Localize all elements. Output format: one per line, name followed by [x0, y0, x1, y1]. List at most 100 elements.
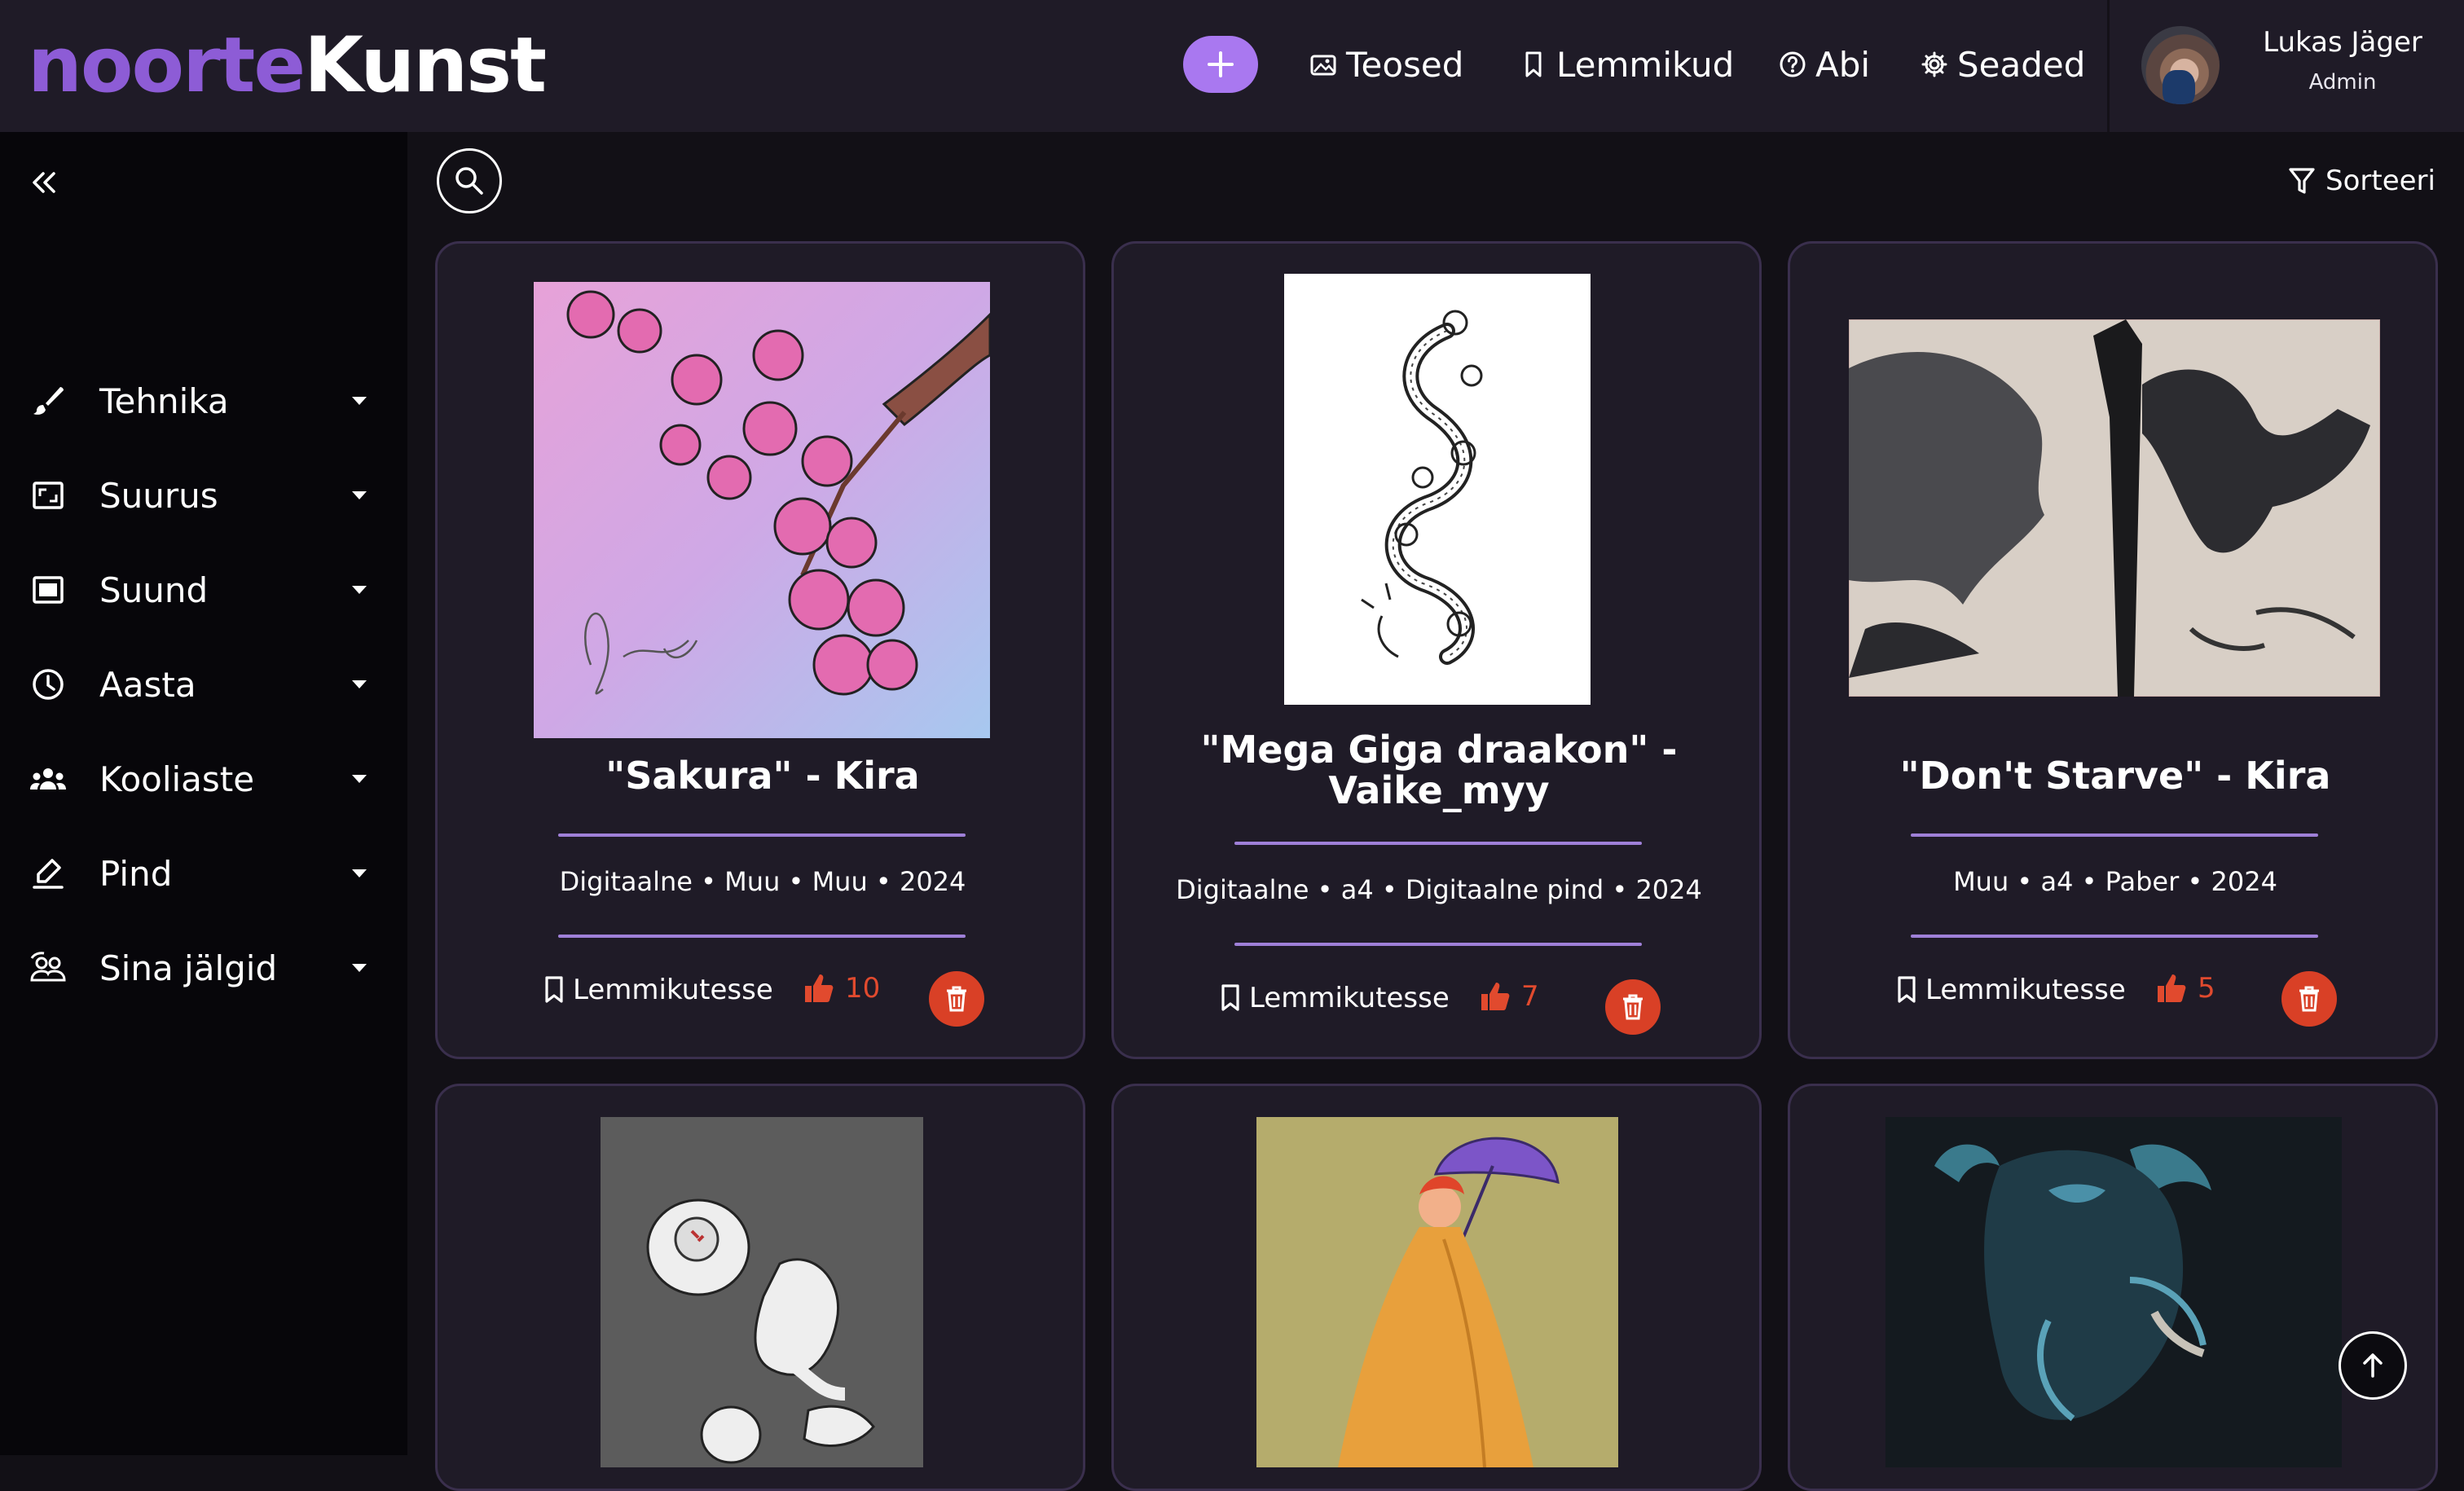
bookmark-icon — [1898, 976, 1916, 1003]
nav-seaded-label: Seaded — [1957, 44, 2086, 85]
caret-down-icon — [349, 957, 370, 979]
divider — [1234, 943, 1642, 946]
user-name[interactable]: Lukas Jäger — [2241, 26, 2444, 59]
caret-down-icon — [349, 863, 370, 884]
artwork-meta: Digitaalne • Muu • Muu • 2024 — [559, 866, 966, 897]
caret-down-icon — [349, 485, 370, 506]
add-artwork-button[interactable] — [1183, 36, 1258, 93]
artwork-card[interactable]: "Mega Giga draakon" - Vaike_myy Digitaal… — [1111, 241, 1762, 1059]
like-button[interactable]: 7 — [1479, 980, 1539, 1013]
avatar[interactable] — [2141, 26, 2220, 104]
filter-suurus[interactable]: Suurus — [0, 455, 407, 536]
artwork-title[interactable]: "Don't Starve" - Kira — [1815, 755, 2416, 796]
delete-artwork-button[interactable] — [929, 971, 984, 1027]
caret-down-icon — [349, 674, 370, 695]
nav-abi[interactable]: Abi — [1778, 37, 1870, 91]
trash-icon — [947, 986, 966, 1012]
gallery-icon — [1309, 50, 1338, 79]
artwork-meta: Digitaalne • a4 • Digitaalne pind • 2024 — [1176, 874, 1702, 905]
filter-aasta-label: Aasta — [99, 664, 196, 705]
filter-sina-jalgid-label: Sina jälgid — [99, 948, 278, 988]
following-icon — [29, 949, 67, 987]
delete-artwork-button[interactable] — [2281, 971, 2337, 1027]
favorite-label: Lemmikutesse — [1925, 974, 2126, 1006]
bookmark-icon — [1519, 50, 1548, 79]
filter-icon — [2289, 168, 2315, 194]
filter-suund-label: Suund — [99, 570, 209, 610]
filter-tehnika-label: Tehnika — [99, 380, 229, 421]
gear-icon — [1920, 50, 1949, 79]
filter-kooliaste-label: Kooliaste — [99, 759, 255, 799]
filter-suurus-label: Suurus — [99, 475, 218, 516]
add-to-favorites-button[interactable]: Lemmikutesse — [1218, 982, 1450, 1014]
bookmark-icon — [545, 976, 563, 1003]
artwork-card[interactable] — [1788, 1084, 2438, 1491]
like-button[interactable]: 5 — [2155, 972, 2215, 1005]
divider — [558, 833, 966, 837]
bookmark-icon — [1221, 984, 1239, 1011]
artwork-title[interactable]: "Mega Giga draakon" - Vaike_myy — [1138, 729, 1740, 811]
artwork-card[interactable]: "Sakura" - Kira Digitaalne • Muu • Muu •… — [435, 241, 1085, 1059]
artwork-image[interactable] — [534, 282, 990, 738]
like-count: 10 — [845, 972, 881, 1005]
header-divider — [2107, 0, 2110, 132]
pen-surface-icon — [29, 855, 67, 892]
divider — [1911, 935, 2318, 938]
nav-seaded[interactable]: Seaded — [1920, 37, 2085, 91]
divider — [1911, 833, 2318, 837]
caret-down-icon — [349, 579, 370, 600]
favorite-label: Lemmikutesse — [1249, 982, 1450, 1014]
filter-pind-label: Pind — [99, 853, 173, 894]
double-chevron-left-icon — [33, 172, 55, 193]
nav-abi-label: Abi — [1815, 44, 1871, 85]
artwork-title[interactable]: "Sakura" - Kira — [462, 755, 1063, 796]
trash-icon — [2299, 986, 2319, 1012]
search-button[interactable] — [437, 148, 502, 213]
caret-down-icon — [349, 768, 370, 789]
artwork-image[interactable] — [1885, 1117, 2342, 1467]
top-bar: noorteKunst Teosed Lemmikud Abi Seaded L… — [0, 0, 2464, 132]
caret-down-icon — [349, 390, 370, 411]
arrow-up-icon — [2363, 1353, 2383, 1378]
filter-kooliaste[interactable]: Kooliaste — [0, 738, 407, 820]
nav-teosed[interactable]: Teosed — [1309, 37, 1463, 91]
nav-lemmikud-label: Lemmikud — [1556, 44, 1735, 85]
artwork-image[interactable] — [1849, 319, 2380, 697]
trash-icon — [1623, 994, 1643, 1020]
nav-teosed-label: Teosed — [1346, 44, 1464, 85]
divider — [1234, 842, 1642, 845]
artwork-card[interactable] — [435, 1084, 1085, 1491]
group-icon — [29, 760, 67, 798]
sort-button[interactable]: Sorteeri — [2288, 160, 2435, 202]
like-count: 5 — [2198, 972, 2215, 1005]
plus-icon — [1208, 51, 1234, 77]
brush-icon — [29, 382, 67, 420]
filter-suund[interactable]: Suund — [0, 549, 407, 631]
filter-sina-jalgid[interactable]: Sina jälgid — [0, 927, 407, 1009]
delete-artwork-button[interactable] — [1605, 979, 1661, 1035]
artwork-image[interactable] — [1284, 274, 1591, 705]
artwork-card[interactable]: "Don't Starve" - Kira Muu • a4 • Paber •… — [1788, 241, 2438, 1059]
like-count: 7 — [1521, 980, 1539, 1013]
thumbs-up-icon — [1481, 983, 1510, 1010]
filter-pind[interactable]: Pind — [0, 833, 407, 914]
orientation-icon — [29, 571, 67, 609]
artwork-card[interactable] — [1111, 1084, 1762, 1491]
size-icon — [29, 477, 67, 514]
site-logo[interactable]: noorteKunst — [28, 21, 547, 111]
nav-lemmikud[interactable]: Lemmikud — [1519, 37, 1734, 91]
thumbs-up-icon — [805, 974, 834, 1002]
collapse-sidebar-button[interactable] — [26, 165, 62, 200]
search-icon — [455, 167, 483, 195]
thumbs-up-icon — [2158, 974, 2186, 1002]
like-button[interactable]: 10 — [803, 972, 880, 1005]
add-to-favorites-button[interactable]: Lemmikutesse — [542, 974, 773, 1006]
scroll-to-top-button[interactable] — [2339, 1331, 2407, 1400]
favorite-label: Lemmikutesse — [573, 974, 773, 1006]
filter-aasta[interactable]: Aasta — [0, 644, 407, 725]
filter-tehnika[interactable]: Tehnika — [0, 360, 407, 442]
sort-label: Sorteeri — [2325, 165, 2435, 197]
artwork-image[interactable] — [601, 1117, 923, 1467]
artwork-image[interactable] — [1256, 1117, 1618, 1467]
add-to-favorites-button[interactable]: Lemmikutesse — [1894, 974, 2126, 1006]
